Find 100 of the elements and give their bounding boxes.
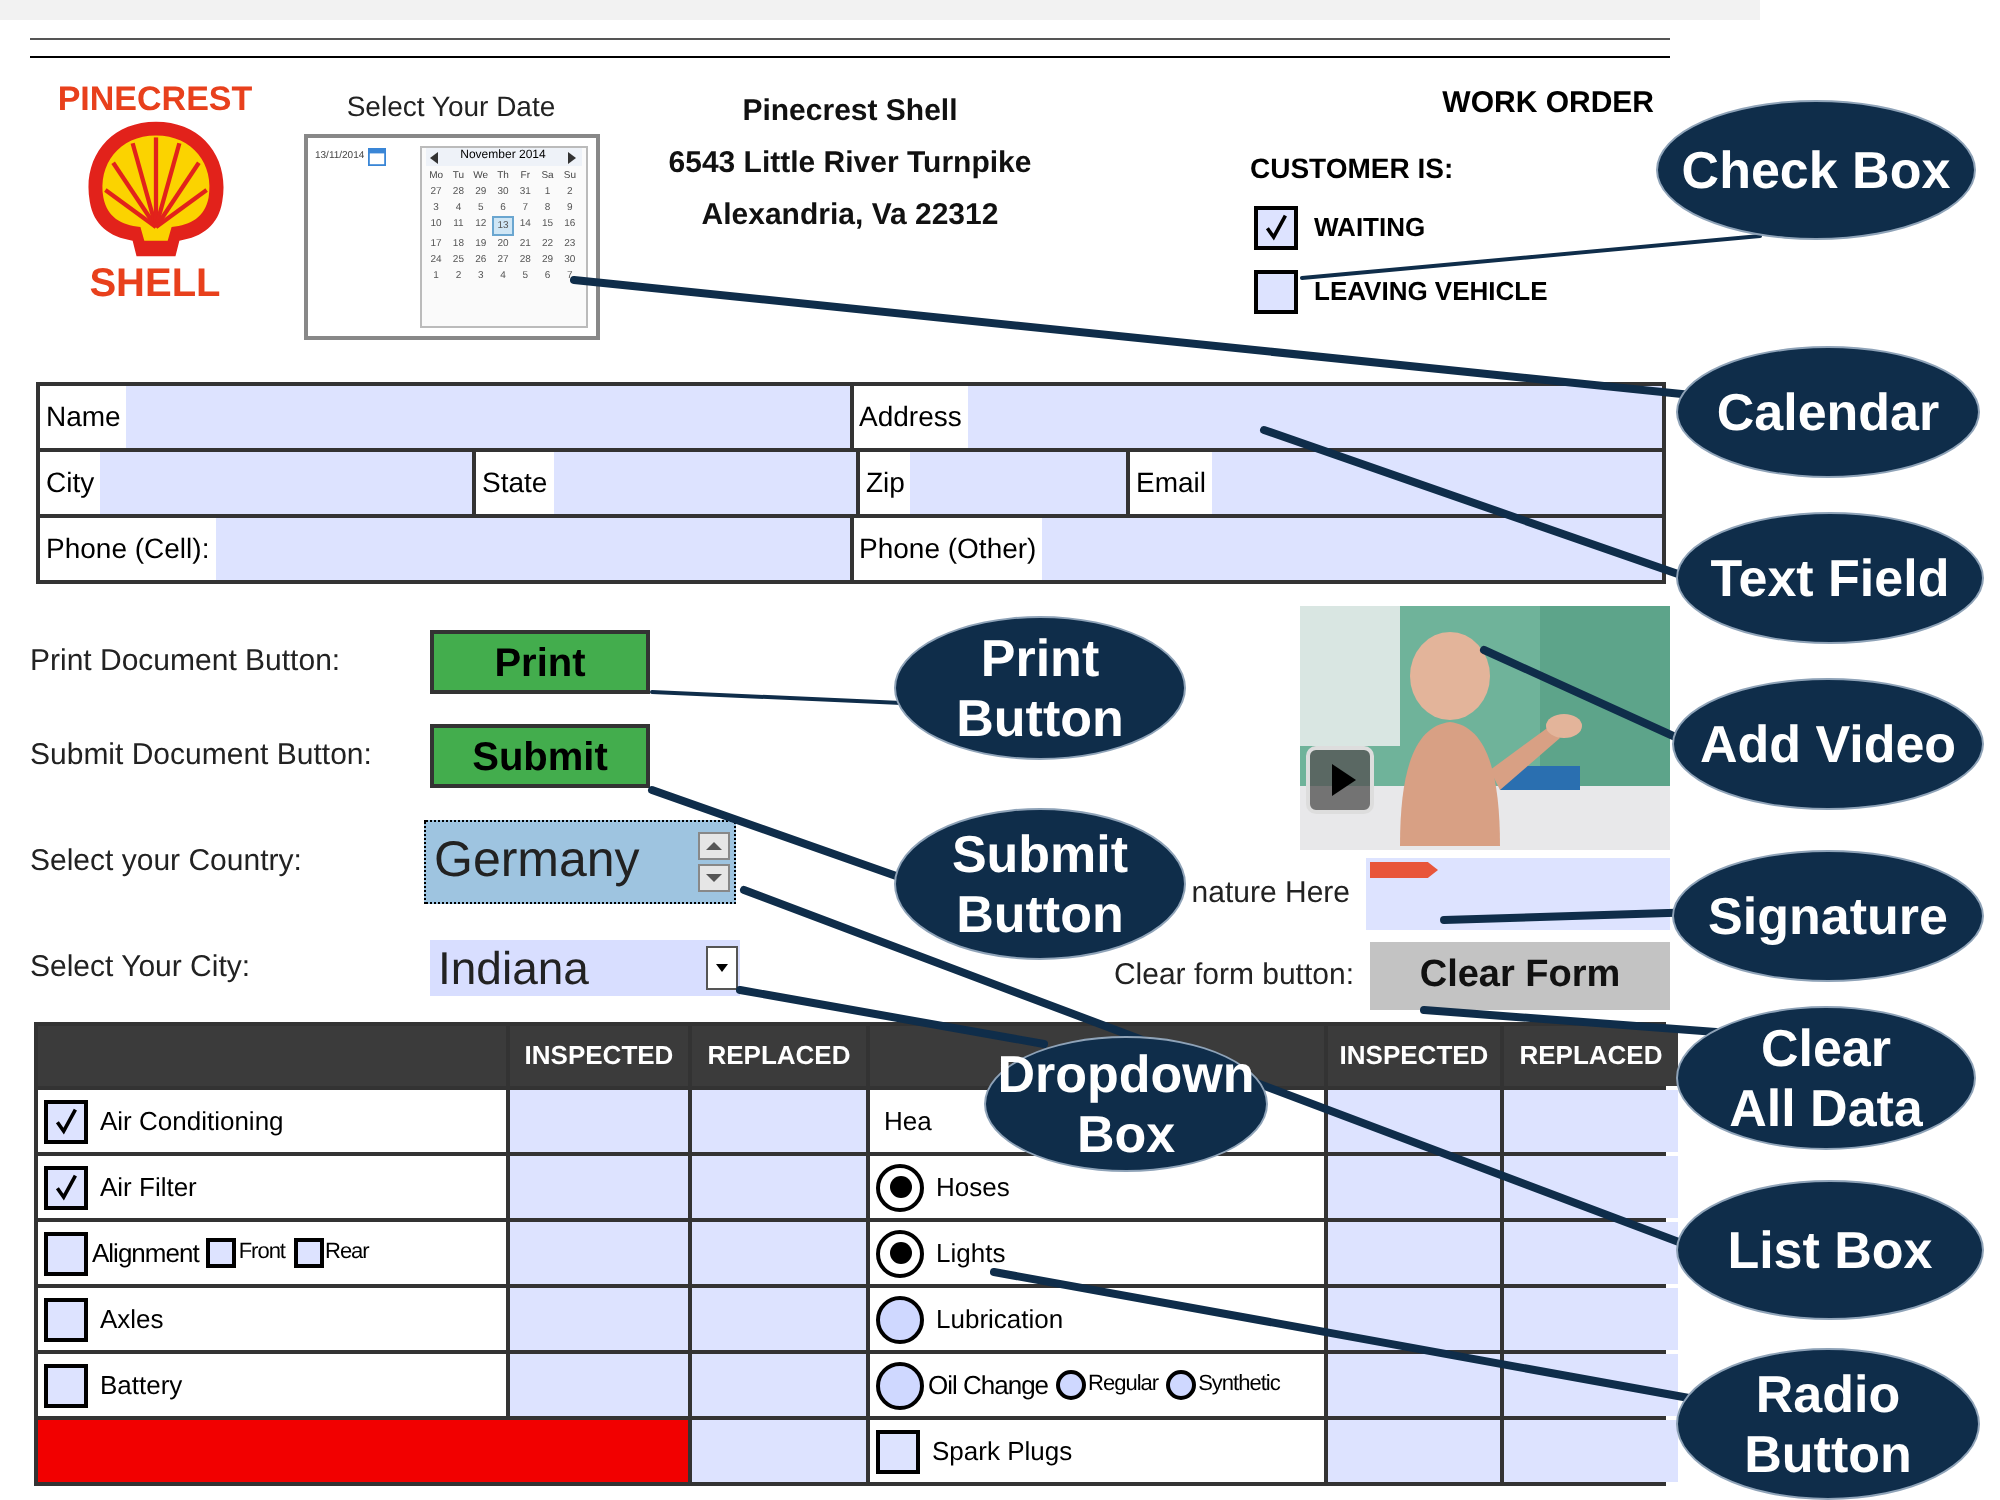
input-field[interactable]: [1504, 1420, 1678, 1482]
option-label: Rear: [325, 1238, 369, 1269]
input-field[interactable]: [692, 1090, 866, 1152]
input-field[interactable]: [1328, 1090, 1500, 1152]
scroll-up-button[interactable]: [698, 832, 730, 860]
checkbox-label: WAITING: [1314, 209, 1426, 246]
control-label: Select your Country:: [30, 841, 304, 882]
input-field[interactable]: [692, 1156, 866, 1218]
next-month-icon[interactable]: [568, 151, 577, 163]
field-label: Zip: [864, 464, 907, 502]
submit-button[interactable]: Submit: [430, 724, 650, 788]
input-field[interactable]: [100, 452, 472, 514]
option-label: Synthetic: [1198, 1370, 1280, 1401]
input-field[interactable]: [967, 386, 1662, 448]
field-label: Phone (Other): [857, 530, 1039, 568]
checkbox[interactable]: [1254, 205, 1298, 249]
radio-button[interactable]: [876, 1361, 924, 1409]
check-icon: [1261, 212, 1291, 242]
callout: Text Field: [1676, 512, 1984, 644]
input-field[interactable]: [1328, 1420, 1500, 1482]
field-label: City: [44, 464, 97, 502]
input-field[interactable]: [910, 452, 1126, 514]
input-field[interactable]: [215, 518, 849, 580]
input-field[interactable]: [510, 1354, 688, 1416]
input-field[interactable]: [510, 1090, 688, 1152]
input-field[interactable]: [692, 1222, 866, 1284]
input-field[interactable]: [1504, 1090, 1678, 1152]
checkbox[interactable]: [44, 1231, 88, 1275]
input-field[interactable]: [126, 386, 849, 448]
checkbox[interactable]: [44, 1099, 88, 1143]
radio-button[interactable]: [876, 1163, 924, 1211]
input-field[interactable]: [1328, 1354, 1500, 1416]
radio-button[interactable]: [1166, 1370, 1197, 1400]
checkbox-label: LEAVING VEHICLE: [1314, 273, 1548, 310]
input-field[interactable]: [553, 452, 856, 514]
check-icon: [51, 1106, 81, 1136]
column-header: INSPECTED: [510, 1026, 688, 1086]
input-field[interactable]: [1328, 1288, 1500, 1350]
radio-button[interactable]: [876, 1295, 924, 1343]
signature-field[interactable]: [1366, 858, 1670, 930]
item-label: Hoses: [936, 1169, 1010, 1206]
input-field[interactable]: [510, 1222, 688, 1284]
input-field[interactable]: [510, 1288, 688, 1350]
item-label: Battery: [100, 1367, 183, 1404]
option-label: Front: [238, 1238, 285, 1269]
control-label: Select Your City:: [30, 947, 253, 988]
item-label: Oil Change: [928, 1367, 1049, 1404]
input-field[interactable]: [510, 1156, 688, 1218]
control-label: Print Document Button:: [30, 641, 343, 682]
previous-month-icon[interactable]: [429, 151, 437, 163]
checkbox[interactable]: [44, 1165, 88, 1209]
callout: Radio Button: [1676, 1348, 1980, 1500]
input-field[interactable]: [1328, 1222, 1500, 1284]
checkbox[interactable]: [1254, 269, 1298, 313]
item-label: Spark Plugs: [932, 1433, 1073, 1470]
scroll-down-button[interactable]: [698, 864, 730, 892]
form-title: WORK ORDER: [1442, 84, 1654, 124]
field-label: CUSTOMER IS:: [1250, 149, 1456, 187]
print-button[interactable]: Print: [430, 630, 650, 694]
input-field[interactable]: [1212, 452, 1662, 514]
item-label: Air Conditioning: [100, 1103, 284, 1140]
checkbox[interactable]: [44, 1297, 88, 1341]
item-label: Lubrication: [936, 1301, 1064, 1338]
field-label: Name: [44, 398, 123, 436]
callout: Signature: [1672, 850, 1984, 982]
field-label: Address: [857, 398, 964, 436]
check-icon: [51, 1172, 81, 1202]
callout: Calendar: [1676, 346, 1980, 478]
field-label: Email: [1134, 464, 1209, 502]
input-field[interactable]: [1504, 1288, 1678, 1350]
input-field[interactable]: [692, 1354, 866, 1416]
column-header: REPLACED: [1504, 1026, 1678, 1086]
callout: List Box: [1676, 1180, 1984, 1320]
column-header: REPLACED: [692, 1026, 866, 1086]
calendar-icon: [368, 148, 387, 166]
input-field[interactable]: [692, 1420, 866, 1482]
item-label: Hea: [884, 1103, 932, 1140]
column-header: INSPECTED: [1328, 1026, 1500, 1086]
address-line: Pinecrest Shell: [742, 92, 958, 132]
input-field[interactable]: [1042, 518, 1662, 580]
input-field[interactable]: [1328, 1156, 1500, 1218]
clear-form-button[interactable]: Clear Form: [1370, 942, 1670, 1010]
address-line: Alexandria, Va 22312: [701, 196, 999, 236]
checkbox[interactable]: [293, 1238, 323, 1268]
radio-button[interactable]: [876, 1229, 924, 1277]
brand-name: SHELL: [89, 264, 221, 304]
play-button[interactable]: [1306, 746, 1374, 814]
item-label: Alignment: [92, 1235, 199, 1272]
input-field[interactable]: [1504, 1156, 1678, 1218]
radio-button[interactable]: [1056, 1370, 1087, 1400]
list-box[interactable]: Germany: [424, 820, 736, 904]
item-label: Axles: [100, 1301, 164, 1338]
checkbox[interactable]: [206, 1238, 237, 1268]
field-label: Phone (Cell):: [44, 530, 212, 568]
input-field[interactable]: [1504, 1222, 1678, 1284]
checkbox[interactable]: [876, 1429, 920, 1473]
callout: Check Box: [1656, 100, 1976, 240]
checkbox[interactable]: [44, 1363, 88, 1407]
dropdown[interactable]: Indiana: [430, 940, 740, 996]
input-field[interactable]: [692, 1288, 866, 1350]
